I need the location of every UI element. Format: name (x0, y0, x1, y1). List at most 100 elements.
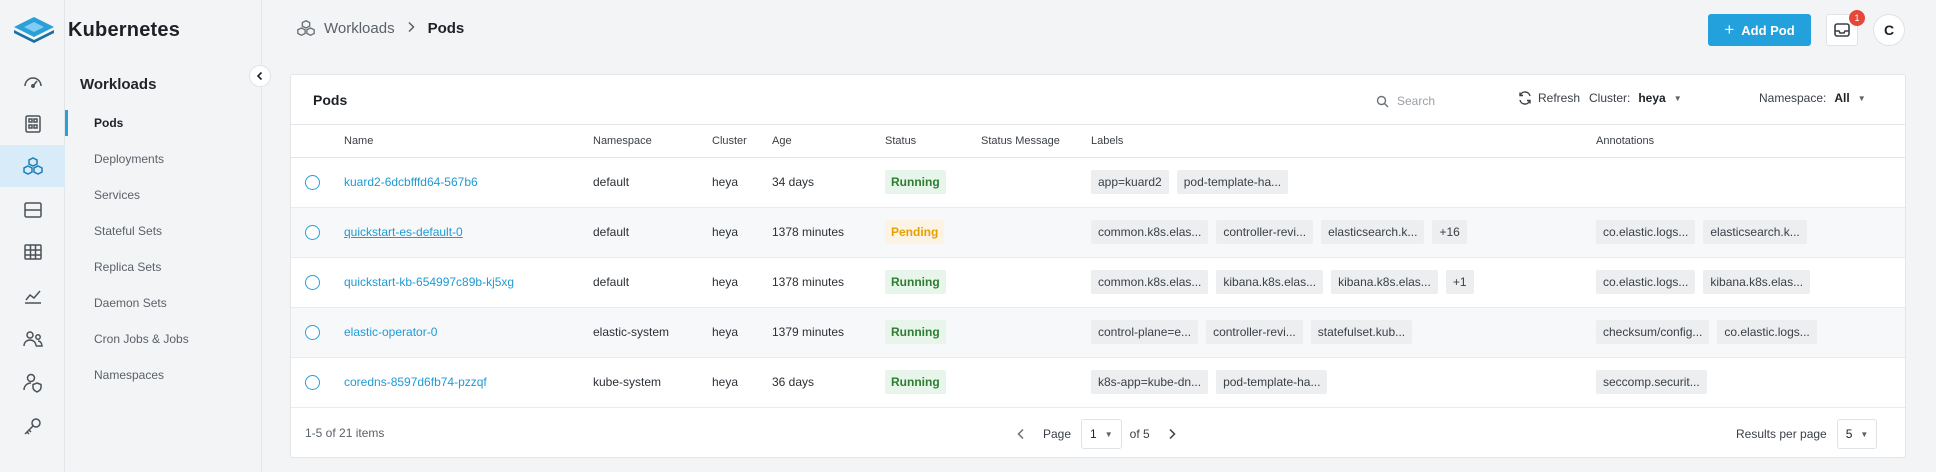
pod-namespace: default (593, 275, 630, 289)
rail-dashboard[interactable] (0, 61, 65, 103)
label-chip[interactable]: pod-template-ha... (1176, 170, 1289, 194)
col-status[interactable]: Status (885, 135, 916, 147)
prev-page-button[interactable] (1011, 428, 1031, 440)
status-badge: Running (885, 320, 946, 344)
annotation-chip[interactable]: co.elastic.logs... (1717, 320, 1817, 344)
rail-apps[interactable] (0, 103, 65, 145)
label-chip[interactable]: control-plane=e... (1091, 320, 1199, 344)
row-select-radio[interactable] (305, 225, 320, 240)
brand[interactable]: Kubernetes (0, 0, 262, 60)
subnav-item-namespaces[interactable]: Namespaces (65, 362, 261, 388)
table-row[interactable]: kuard2-6dcbfffd64-567b6 default heya 34 day… (291, 158, 1905, 208)
pod-cluster: heya (712, 275, 739, 289)
row-select-radio[interactable] (305, 275, 320, 290)
label-chip[interactable]: common.k8s.elas... (1091, 220, 1209, 244)
rail-users[interactable] (0, 318, 65, 360)
col-cluster[interactable]: Cluster (712, 135, 747, 147)
annotation-chip[interactable]: seccomp.securit... (1596, 370, 1707, 394)
annotation-chip[interactable]: co.elastic.logs... (1596, 270, 1696, 294)
subnav-item-pods[interactable]: Pods (65, 110, 261, 136)
label-chip[interactable]: controller-revi... (1216, 220, 1314, 244)
col-labels[interactable]: Labels (1091, 135, 1123, 147)
breadcrumb: Workloads Pods (296, 18, 464, 38)
row-select-radio[interactable] (305, 375, 320, 390)
subnav-item-cron-jobs[interactable]: Cron Jobs & Jobs (65, 326, 261, 352)
namespace-filter[interactable]: Namespace: All ▼ (1759, 91, 1866, 105)
search-input[interactable] (1397, 94, 1507, 108)
card-title: Pods (313, 92, 348, 108)
col-status-message[interactable]: Status Message (981, 135, 1060, 147)
subnav-item-daemon-sets[interactable]: Daemon Sets (65, 290, 261, 316)
table-row[interactable]: elastic-operator-0 elastic-system heya 1379… (291, 308, 1905, 358)
label-chip[interactable]: statefulset.kub... (1310, 320, 1413, 344)
table-row[interactable]: coredns-8597d6fb74-pzzqf kube-system heya 3… (291, 358, 1905, 408)
collapse-sidebar-button[interactable] (249, 65, 271, 87)
search-box[interactable] (1376, 90, 1516, 112)
label-chip[interactable]: kibana.k8s.elas... (1216, 270, 1324, 294)
avatar[interactable]: C (1873, 14, 1905, 46)
rail-chart[interactable] (0, 275, 65, 317)
table-row[interactable]: quickstart-kb-654997c89b-kj5xg default hey… (291, 258, 1905, 308)
page-select[interactable]: 1 ▼ (1081, 419, 1122, 449)
rail-workloads[interactable] (0, 145, 65, 187)
pod-cluster: heya (712, 225, 739, 239)
item-count: 1-5 of 21 items (305, 426, 385, 440)
label-chip[interactable]: elasticsearch.k... (1321, 220, 1425, 244)
label-chip[interactable]: app=kuard2 (1091, 170, 1169, 194)
pod-name-link[interactable]: coredns-8597d6fb74-pzzqf (344, 375, 487, 389)
breadcrumb-workloads[interactable]: Workloads (324, 20, 395, 37)
pod-name-link[interactable]: kuard2-6dcbfffd64-567b6 (344, 175, 478, 189)
rail-key[interactable] (0, 405, 65, 447)
status-badge: Running (885, 370, 946, 394)
pod-name-link[interactable]: elastic-operator-0 (344, 325, 437, 339)
annotation-chip[interactable]: elasticsearch.k... (1703, 220, 1807, 244)
annotation-chip[interactable]: co.elastic.logs... (1596, 220, 1696, 244)
col-age[interactable]: Age (772, 135, 792, 147)
icon-rail (0, 0, 65, 472)
page-value: 1 (1090, 427, 1097, 441)
pod-name-link[interactable]: quickstart-kb-654997c89b-kj5xg (344, 275, 514, 289)
namespace-value: All (1834, 91, 1850, 105)
col-namespace[interactable]: Namespace (593, 135, 652, 147)
refresh-icon (1519, 91, 1531, 105)
pod-namespace: default (593, 225, 630, 239)
workloads-subnav: Workloads Pods Deployments Services Stat… (65, 0, 262, 472)
rpp-select[interactable]: 5 ▼ (1836, 419, 1878, 449)
rail-storage[interactable] (0, 189, 65, 231)
table-footer: 1-5 of 21 items Page 1 ▼ of 5 Results pe… (291, 408, 1905, 458)
pod-cluster: heya (712, 375, 739, 389)
label-chip[interactable]: +1 (1445, 270, 1474, 294)
subnav-item-stateful-sets[interactable]: Stateful Sets (65, 218, 261, 244)
annotation-chip[interactable]: kibana.k8s.elas... (1703, 270, 1811, 294)
refresh-button[interactable]: Refresh (1518, 91, 1580, 105)
labels-list: k8s-app=kube-dn... pod-template-ha... (1091, 370, 1335, 394)
label-chip[interactable]: k8s-app=kube-dn... (1091, 370, 1209, 394)
cluster-filter[interactable]: Cluster: heya ▼ (1589, 91, 1682, 105)
annotation-chip[interactable]: checksum/config... (1596, 320, 1710, 344)
subnav-item-services[interactable]: Services (65, 182, 261, 208)
label-chip[interactable]: common.k8s.elas... (1091, 270, 1209, 294)
kubernetes-logo-icon (14, 17, 54, 43)
subnav-item-deployments[interactable]: Deployments (65, 146, 261, 172)
rail-user-shield[interactable] (0, 361, 65, 403)
chevron-right-icon (407, 20, 416, 37)
page-total: of 5 (1129, 427, 1150, 441)
pod-namespace: kube-system (593, 375, 662, 389)
col-name[interactable]: Name (344, 135, 373, 147)
label-chip[interactable]: kibana.k8s.elas... (1331, 270, 1438, 294)
label-chip[interactable]: pod-template-ha... (1216, 370, 1328, 394)
label-chip[interactable]: controller-revi... (1206, 320, 1303, 344)
row-select-radio[interactable] (305, 175, 320, 190)
add-pod-button[interactable]: + Add Pod (1708, 14, 1811, 46)
subnav-item-replica-sets[interactable]: Replica Sets (65, 254, 261, 280)
page-label: Page (1043, 427, 1072, 441)
table-row[interactable]: quickstart-es-default-0 default heya 1378 m… (291, 208, 1905, 258)
col-annotations[interactable]: Annotations (1596, 135, 1654, 147)
annotations-list: seccomp.securit... (1596, 370, 1715, 394)
pods-card: Pods Refresh Cluster: heya ▼ Namespace: … (290, 74, 1906, 458)
rail-table[interactable] (0, 231, 65, 273)
pod-name-link[interactable]: quickstart-es-default-0 (344, 225, 463, 239)
row-select-radio[interactable] (305, 325, 320, 340)
label-chip[interactable]: +16 (1432, 220, 1467, 244)
next-page-button[interactable] (1162, 428, 1182, 440)
